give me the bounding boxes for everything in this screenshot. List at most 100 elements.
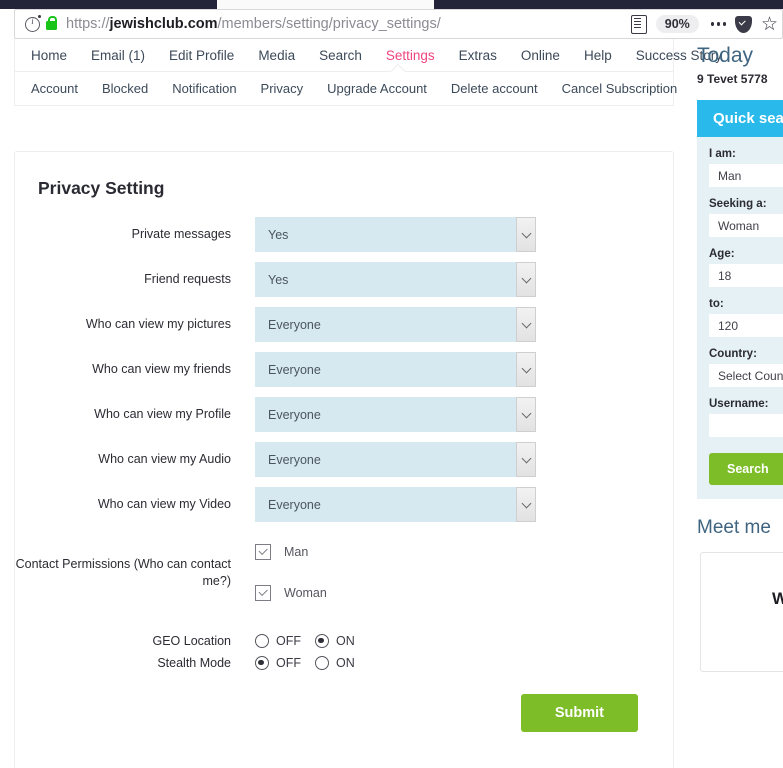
select-value-view-profile: Everyone [268,407,321,422]
menu-dots-icon[interactable] [710,22,726,26]
browser-tab-right[interactable] [434,0,783,9]
label-age-to: to: [709,298,724,310]
subnav-item-upgrade-account[interactable]: Upgrade Account [327,81,427,96]
secondary-nav: Account Blocked Notification Privacy Upg… [15,71,677,105]
select-age-from[interactable]: 18 [709,264,783,287]
nav-item-search[interactable]: Search [319,48,362,63]
subnav-item-cancel-subscription[interactable]: Cancel Subscription [562,81,678,96]
select-view-pictures[interactable]: Everyone [255,307,536,342]
quick-search-field-age-to: to: 120 [697,298,783,337]
zoom-level-badge[interactable]: 90% [655,15,699,33]
nav-item-help[interactable]: Help [584,48,612,63]
chevron-down-icon[interactable] [516,307,536,342]
radio-stealth-mode-on[interactable] [315,656,329,671]
select-view-video[interactable]: Everyone [255,487,536,522]
label-seeking-a: Seeking a: [709,198,767,210]
url-path: /members/setting/privacy_settings/ [217,16,441,32]
nav-item-home[interactable]: Home [31,48,67,63]
select-age-to[interactable]: 120 [709,314,783,337]
form-row-view-friends: Who can view my friends Everyone [15,352,673,387]
checkbox-label-woman: Woman [284,586,327,600]
label-friend-requests: Friend requests [144,272,231,287]
shield-icon[interactable] [734,15,752,33]
quick-search-field-i-am: I am: Man [697,148,783,187]
meet-me-heading: Meet me [697,517,771,538]
checkbox-man[interactable] [255,544,271,560]
meet-me-card[interactable]: W [700,552,783,672]
star-icon[interactable]: ☆ [761,15,778,34]
form-row-stealth-mode: Stealth Mode OFF ON [15,655,673,672]
radio-label-geo-location-off: OFF [276,634,301,649]
chevron-down-icon[interactable] [516,397,536,432]
lock-icon[interactable] [46,15,57,30]
field-view-pictures: Everyone [255,307,536,342]
radio-label-geo-location-on: ON [336,634,355,649]
subnav-item-delete-account[interactable]: Delete account [451,81,538,96]
quick-search-field-country: Country: Select Country [697,348,783,387]
field-contact-permissions: Man Woman [231,538,327,607]
radio-geo-location-on[interactable] [315,634,329,649]
url-domain: jewishclub.com [109,16,218,32]
chevron-down-icon[interactable] [516,352,536,387]
submit-row: Submit [15,693,673,732]
submit-button[interactable]: Submit [520,693,638,732]
select-seeking-a[interactable]: Woman [709,214,783,237]
nav-item-online[interactable]: Online [521,48,560,63]
nav-item-settings[interactable]: Settings [386,48,435,63]
label-view-friends: Who can view my friends [92,362,231,377]
select-value-friend-requests: Yes [268,272,289,287]
url-text[interactable]: https://jewishclub.com/members/setting/p… [57,16,631,32]
search-button[interactable]: Search [709,453,783,485]
radio-group-geo-location: OFF ON [255,634,369,649]
chevron-down-icon[interactable] [516,487,536,522]
chevron-down-icon[interactable] [516,442,536,477]
browser-tab-strip[interactable] [0,0,783,9]
select-friend-requests[interactable]: Yes [255,262,536,297]
select-view-audio[interactable]: Everyone [255,442,536,477]
subnav-item-account[interactable]: Account [31,81,78,96]
nav-item-edit-profile[interactable]: Edit Profile [169,48,234,63]
select-view-profile[interactable]: Everyone [255,397,536,432]
label-contact-permissions: Contact Permissions (Who can contact me?… [15,556,231,588]
username-input[interactable] [709,414,783,437]
label-geo-location: GEO Location [152,634,231,648]
field-view-friends: Everyone [255,352,536,387]
quick-search-field-age: Age: 18 [697,248,783,287]
reader-view-icon[interactable] [630,14,647,34]
form-row-contact-permissions: Contact Permissions (Who can contact me?… [15,538,673,607]
nav-item-extras[interactable]: Extras [459,48,497,63]
nav-item-email[interactable]: Email (1) [91,48,145,63]
select-value-view-friends: Everyone [268,362,321,377]
checkbox-label-man: Man [284,545,309,559]
select-country[interactable]: Select Country [709,364,783,387]
nav-item-media[interactable]: Media [258,48,295,63]
info-icon[interactable] [25,14,41,32]
quick-search-field-username: Username: [697,398,783,437]
select-private-messages[interactable]: Yes [255,217,536,252]
subnav-item-blocked[interactable]: Blocked [102,81,148,96]
radio-label-stealth-mode-on: ON [336,656,355,671]
checkbox-woman[interactable] [255,585,271,601]
privacy-settings-form: Private messages Yes Friend requests Yes [15,217,673,732]
quick-search-field-seeking: Seeking a: Woman [697,198,783,237]
today-heading: Today [697,44,754,67]
select-value-view-audio: Everyone [268,452,321,467]
subnav-item-privacy[interactable]: Privacy [261,81,304,96]
radio-geo-location-off[interactable] [255,634,269,649]
label-view-video: Who can view my Video [97,497,231,512]
chevron-down-icon[interactable] [516,217,536,252]
browser-tab-left[interactable] [0,0,217,9]
site-navigation: Home Email (1) Edit Profile Media Search… [14,39,722,106]
select-i-am[interactable]: Man [709,164,783,187]
subnav-item-notification[interactable]: Notification [172,81,236,96]
chevron-down-icon[interactable] [516,262,536,297]
label-view-audio: Who can view my Audio [98,452,231,467]
select-view-friends[interactable]: Everyone [255,352,536,387]
form-row-view-pictures: Who can view my pictures Everyone [15,307,673,342]
url-bar-right-icons: 90% ☆ [630,14,782,34]
select-value-view-video: Everyone [268,497,321,512]
browser-url-bar[interactable]: https://jewishclub.com/members/setting/p… [14,9,783,39]
primary-nav: Home Email (1) Edit Profile Media Search… [15,39,722,72]
radio-stealth-mode-off[interactable] [255,656,269,671]
form-row-geo-location: GEO Location OFF ON [15,633,673,650]
